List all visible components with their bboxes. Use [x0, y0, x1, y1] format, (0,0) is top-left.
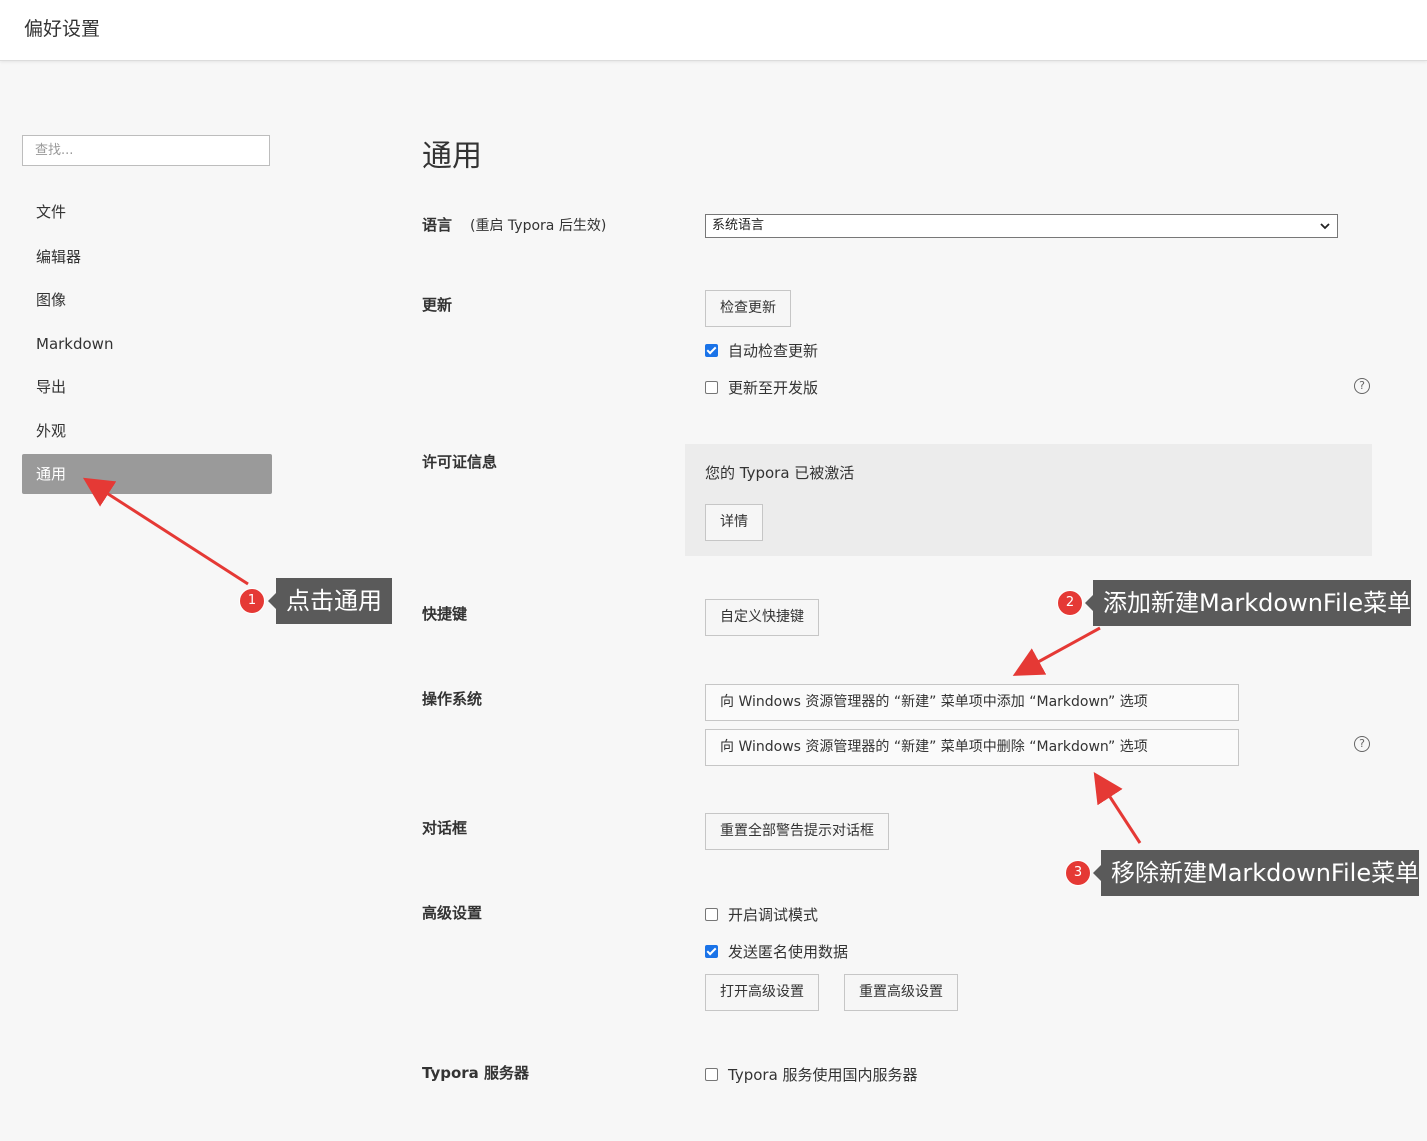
dialog-label: 对话框 [422, 819, 468, 837]
sidebar-item-image[interactable]: 图像 [22, 280, 272, 320]
annotation-badge-1: 1 [239, 588, 265, 614]
auto-check-update-checkbox[interactable]: 自动检查更新 [705, 340, 818, 361]
help-icon[interactable]: ? [1354, 378, 1370, 394]
remove-markdown-new-menu-button[interactable]: 向 Windows 资源管理器的 “新建” 菜单项中删除 “Markdown” … [705, 729, 1239, 766]
language-label-text: 语言 [422, 216, 453, 234]
license-status: 您的 Typora 已被激活 [705, 464, 855, 482]
checkbox-unchecked-icon[interactable] [705, 381, 718, 394]
update-label: 更新 [422, 296, 453, 314]
title-bar: 偏好设置 [0, 0, 1427, 61]
window-title: 偏好设置 [24, 18, 101, 40]
sidebar-search-input[interactable] [22, 135, 270, 166]
license-details-button[interactable]: 详情 [705, 504, 763, 541]
dev-channel-label: 更新至开发版 [728, 379, 819, 397]
server-label: Typora 服务器 [422, 1064, 530, 1082]
arrow-2 [1012, 626, 1101, 676]
reset-warning-dialogs-button[interactable]: 重置全部警告提示对话框 [705, 813, 889, 850]
domestic-server-checkbox[interactable]: Typora 服务使用国内服务器 [705, 1064, 918, 1085]
check-update-button[interactable]: 检查更新 [705, 290, 791, 327]
chevron-down-icon [1319, 215, 1331, 245]
shortcuts-label: 快捷键 [422, 605, 468, 623]
license-label: 许可证信息 [422, 453, 498, 471]
sidebar-item-editor[interactable]: 编辑器 [22, 237, 272, 277]
add-markdown-new-menu-button[interactable]: 向 Windows 资源管理器的 “新建” 菜单项中添加 “Markdown” … [705, 684, 1239, 721]
os-label: 操作系统 [422, 690, 483, 708]
debug-mode-checkbox[interactable]: 开启调试模式 [705, 904, 818, 925]
domestic-server-label: Typora 服务使用国内服务器 [728, 1066, 918, 1084]
annotation-badge-3: 3 [1065, 860, 1091, 886]
annotation-callout-3: 移除新建MarkdownFile菜单 [1093, 850, 1419, 896]
custom-shortcuts-button[interactable]: 自定义快捷键 [705, 599, 819, 636]
annotation-callout-2: 添加新建MarkdownFile菜单 [1085, 580, 1411, 626]
send-usage-data-checkbox[interactable]: 发送匿名使用数据 [705, 941, 848, 962]
language-select-value: 系统语言 [712, 218, 765, 233]
checkbox-unchecked-icon[interactable] [705, 908, 718, 921]
language-note: (重启 Typora 后生效) [470, 218, 607, 234]
send-usage-data-label: 发送匿名使用数据 [728, 943, 849, 961]
checkbox-checked-icon[interactable] [705, 344, 718, 357]
annotation-callout-1: 点击通用 [268, 578, 392, 624]
annotation-arrows [82, 477, 1142, 844]
help-icon[interactable]: ? [1354, 736, 1370, 752]
sidebar-item-appearance[interactable]: 外观 [22, 411, 272, 451]
arrow-1 [82, 477, 249, 586]
license-panel: 您的 Typora 已被激活 详情 [685, 444, 1372, 556]
page-title: 通用 [422, 139, 482, 174]
sidebar-item-markdown[interactable]: Markdown [22, 324, 272, 364]
sidebar-item-general[interactable]: 通用 [22, 454, 272, 494]
sidebar-item-file[interactable]: 文件 [22, 192, 272, 232]
debug-mode-label: 开启调试模式 [728, 906, 819, 924]
auto-check-update-label: 自动检查更新 [728, 342, 819, 360]
annotation-badge-2: 2 [1057, 590, 1083, 616]
advanced-label: 高级设置 [422, 904, 483, 922]
open-advanced-settings-button[interactable]: 打开高级设置 [705, 974, 819, 1011]
arrow-3 [1093, 771, 1142, 844]
language-select[interactable]: 系统语言 [705, 214, 1338, 238]
reset-advanced-settings-button[interactable]: 重置高级设置 [844, 974, 958, 1011]
checkbox-checked-icon[interactable] [705, 945, 718, 958]
sidebar-item-export[interactable]: 导出 [22, 367, 272, 407]
checkbox-unchecked-icon[interactable] [705, 1068, 718, 1081]
language-label: 语言 (重启 Typora 后生效) [422, 214, 606, 235]
dev-channel-checkbox[interactable]: 更新至开发版 [705, 377, 818, 398]
